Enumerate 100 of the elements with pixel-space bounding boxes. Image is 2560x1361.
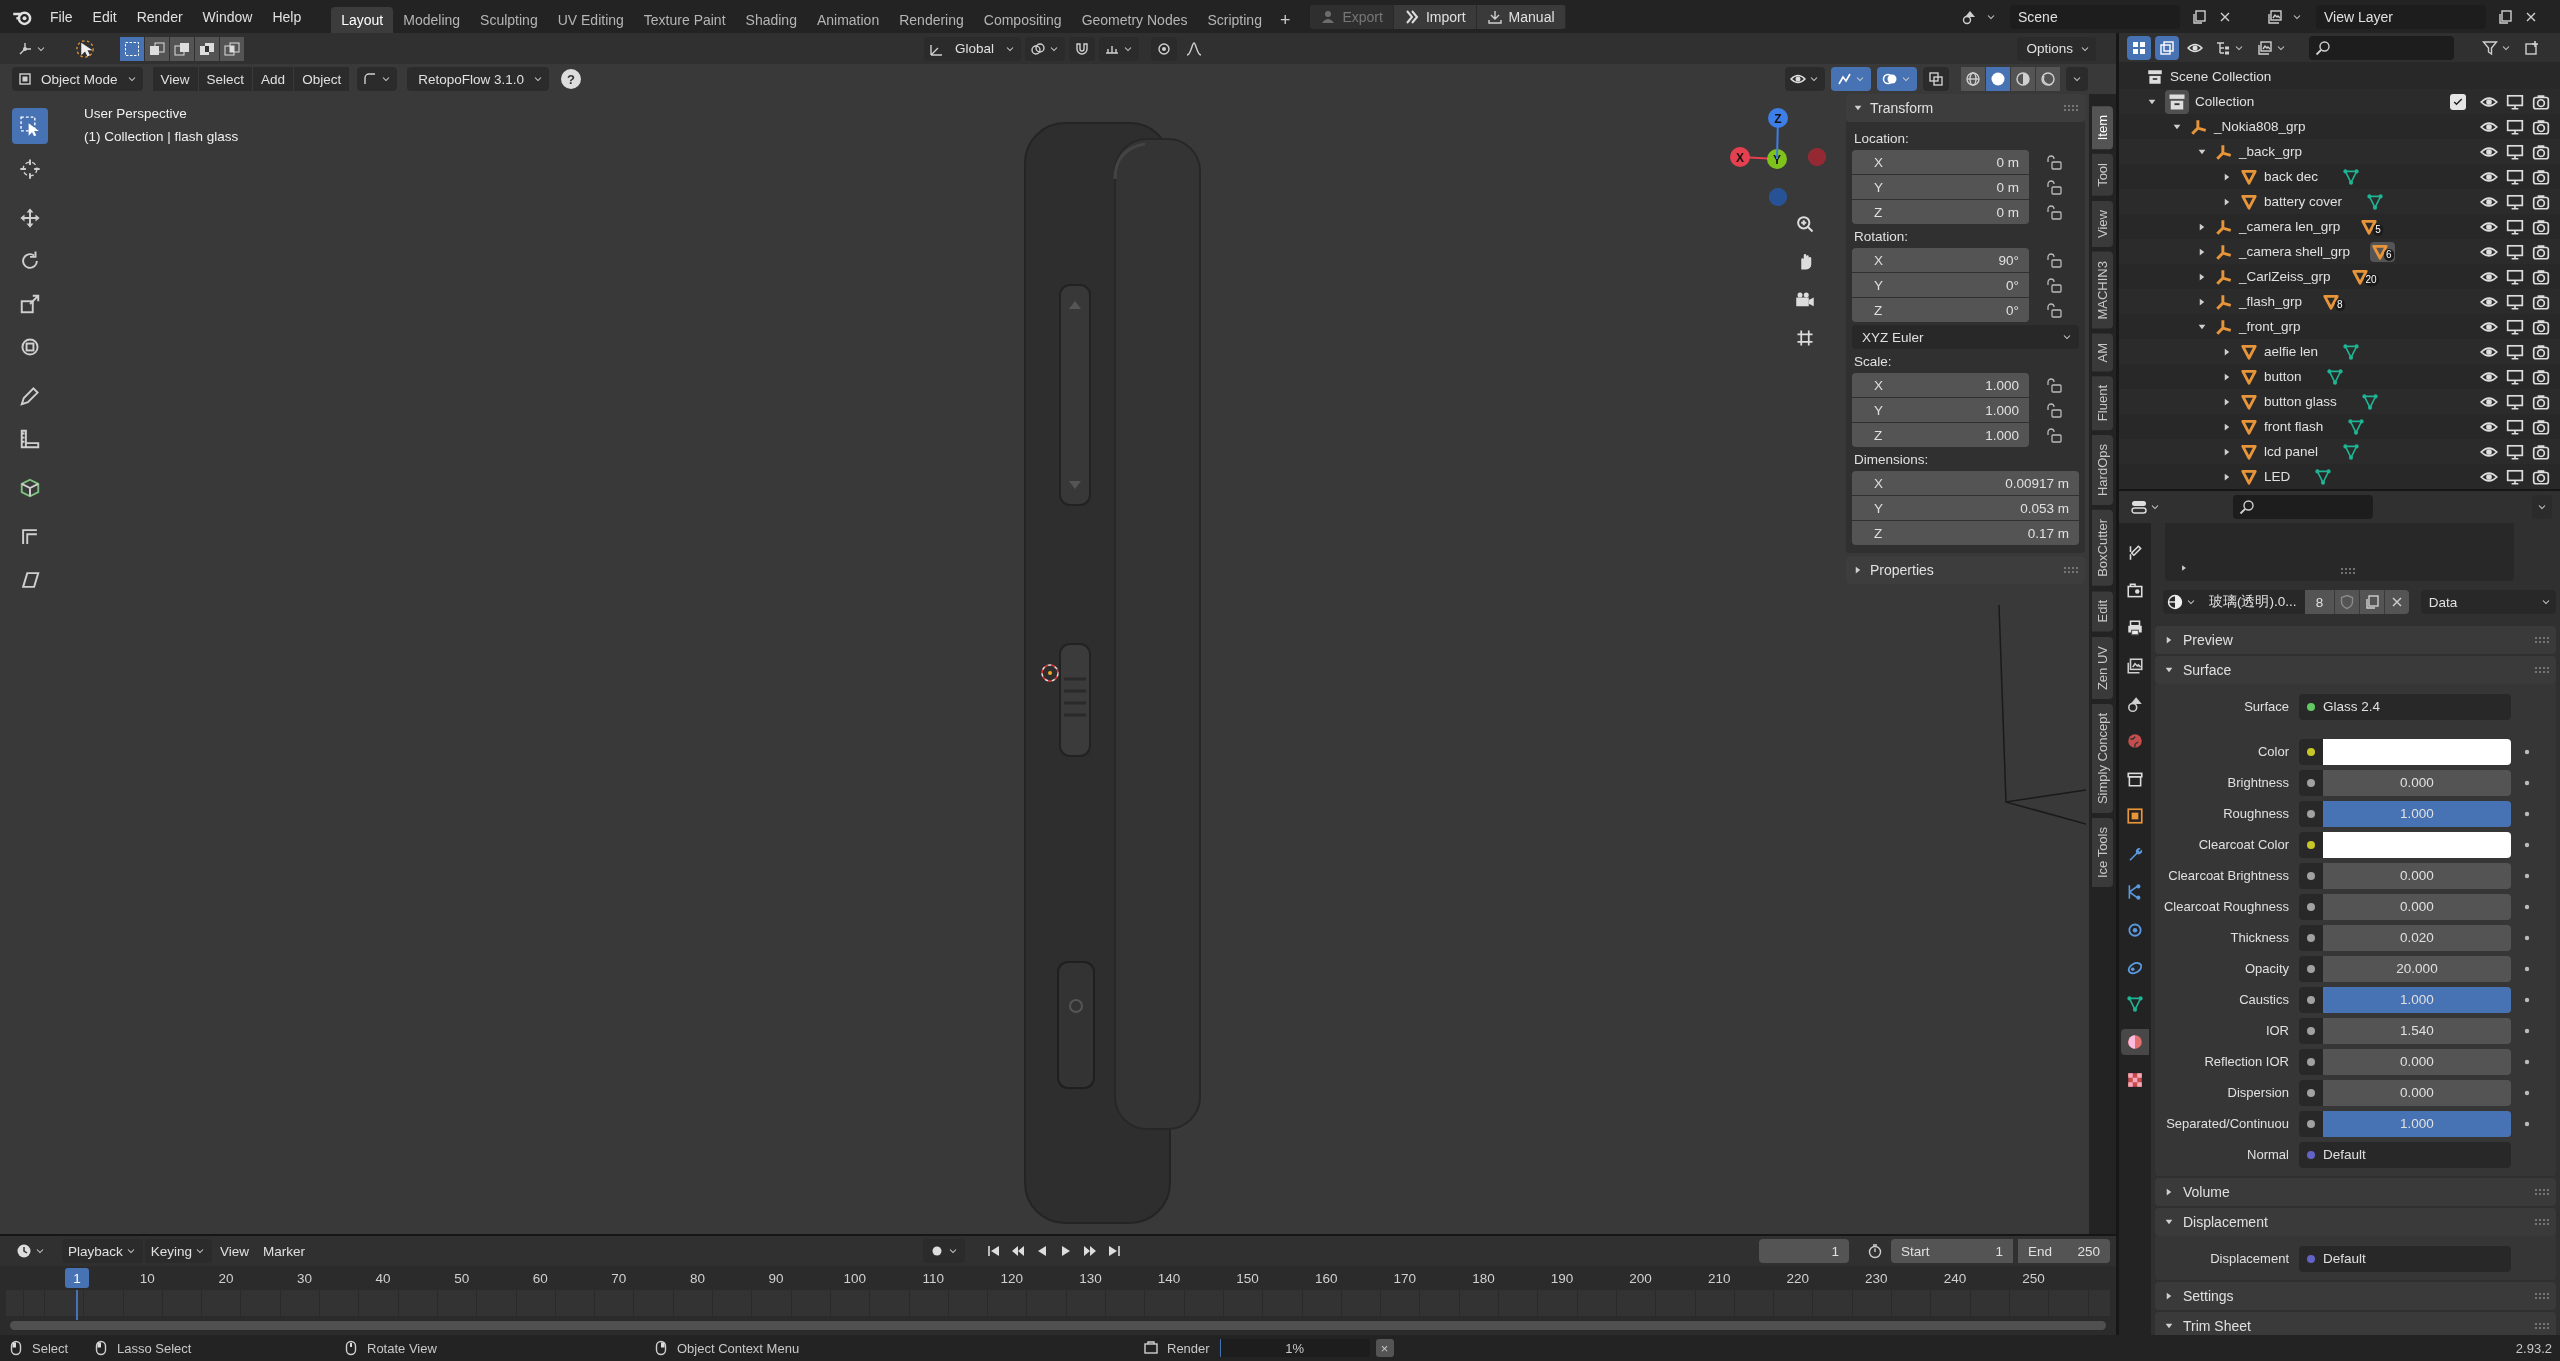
workspace-tab[interactable]: Layout	[331, 7, 394, 33]
start-frame-field[interactable]: Start 1	[1891, 1239, 2013, 1264]
toolbar-button[interactable]: Manual	[1476, 4, 1566, 29]
tree-item[interactable]: Collection	[2195, 94, 2255, 110]
workspace-tab[interactable]: Geometry Nodes	[1071, 7, 1198, 33]
workspace-tab[interactable]: Animation	[806, 7, 890, 33]
number-field[interactable]: Y 1.000	[1852, 398, 2029, 422]
number-field[interactable]: 1.540	[2323, 1017, 2511, 1044]
panel-header[interactable]: Transform	[1846, 94, 2085, 122]
number-field[interactable]: 0.000	[2323, 893, 2511, 920]
menu-dropdown[interactable]: Keying	[144, 1239, 213, 1264]
help-button[interactable]: ?	[561, 69, 581, 89]
link-dropdown[interactable]: Data	[2420, 590, 2556, 615]
sidebar-tab[interactable]: MACHIN3	[2092, 252, 2113, 329]
panel-header[interactable]: Volume	[2155, 1178, 2556, 1207]
tree-item[interactable]: LED	[2264, 469, 2291, 485]
rotation-mode-dropdown[interactable]: XYZ Euler	[1852, 325, 2079, 349]
workspace-tab[interactable]: Sculpting	[470, 7, 548, 33]
tree-item[interactable]: lcd panel	[2264, 444, 2319, 460]
number-field[interactable]: 0.000	[2323, 769, 2511, 796]
addon-dropdown[interactable]: RetopoFlow 3.1.0	[407, 67, 549, 91]
panel-header[interactable]: Surface	[2155, 656, 2556, 685]
number-field[interactable]: X 1.000	[1852, 373, 2029, 397]
sidebar-tab[interactable]: Tool	[2092, 154, 2113, 197]
panel-header[interactable]: Properties	[1846, 556, 2085, 584]
menu-item[interactable]: View	[214, 1239, 256, 1264]
tree-item[interactable]: _camera shell_grp	[2239, 244, 2351, 260]
number-field[interactable]: 20.000	[2323, 955, 2511, 982]
number-field[interactable]: 0.000	[2323, 1079, 2511, 1106]
tree-item[interactable]: Scene Collection	[2170, 69, 2272, 85]
menu-item[interactable]: Select	[198, 67, 253, 91]
number-field[interactable]: Z 1.000	[1852, 423, 2029, 447]
tree-item[interactable]: _Nokia808_grp	[2214, 119, 2306, 135]
workspace-tab[interactable]: Texture Paint	[633, 7, 736, 33]
number-field[interactable]: X 0.00917 m	[1852, 471, 2079, 495]
cancel-button[interactable]: ×	[1375, 1339, 1394, 1357]
sidebar-tab[interactable]: BoxCutter	[2092, 510, 2113, 587]
number-field[interactable]: X 0 m	[1852, 150, 2029, 174]
playhead[interactable]: 1	[65, 1268, 89, 1289]
tree-item[interactable]: _flash_grp	[2239, 294, 2303, 310]
view-layer-field[interactable]: View Layer	[2316, 4, 2486, 29]
tree-item[interactable]: front flash	[2264, 419, 2324, 435]
tree-item[interactable]: aelfie len	[2264, 344, 2319, 360]
workspace-tab[interactable]: Compositing	[973, 7, 1072, 33]
number-field[interactable]: Z 0.17 m	[1852, 521, 2079, 545]
value-slider[interactable]: 1.000	[2323, 1110, 2511, 1137]
workspace-tab[interactable]: Scripting	[1197, 7, 1272, 33]
menu-item[interactable]: Edit	[82, 3, 127, 30]
options-dropdown[interactable]: Options	[2017, 36, 2096, 61]
sidebar-tab[interactable]: Item	[2092, 106, 2113, 150]
number-field[interactable]: Z 0 m	[1852, 200, 2029, 224]
value-slider[interactable]: 1.000	[2323, 800, 2511, 827]
tree-item[interactable]: button glass	[2264, 394, 2337, 410]
tree-item[interactable]: _back_grp	[2239, 144, 2303, 160]
tree-item[interactable]: _CarlZeiss_grp	[2239, 269, 2331, 285]
user-count[interactable]: 8	[2304, 590, 2335, 615]
number-field[interactable]: 0.000	[2323, 1048, 2511, 1075]
menu-item[interactable]: Object	[294, 67, 350, 91]
tree-item[interactable]: button	[2264, 369, 2302, 385]
sidebar-tab[interactable]: AM	[2092, 333, 2113, 372]
value-slider[interactable]: 1.000	[2323, 986, 2511, 1013]
current-frame-field[interactable]: 1	[1759, 1239, 1849, 1264]
workspace-tab[interactable]: UV Editing	[547, 7, 634, 33]
sidebar-tab[interactable]: Simply Concept	[2092, 703, 2113, 813]
tree-item[interactable]: battery cover	[2264, 194, 2343, 210]
workspace-tab[interactable]: Rendering	[889, 7, 974, 33]
material-name-field[interactable]: 玻璃(透明).0...	[2201, 590, 2305, 615]
tree-item[interactable]: _front_grp	[2239, 319, 2301, 335]
menu-item[interactable]: Marker	[257, 1239, 312, 1264]
sidebar-tab[interactable]: Fluent	[2092, 376, 2113, 431]
add-workspace-button[interactable]: +	[1271, 7, 1299, 33]
number-field[interactable]: X 90°	[1852, 248, 2029, 272]
number-field[interactable]: Y 0.053 m	[1852, 496, 2079, 520]
sidebar-tab[interactable]: Zen UV	[2092, 636, 2113, 699]
workspace-tab[interactable]: Shading	[735, 7, 807, 33]
menu-dropdown[interactable]: Playback	[62, 1239, 143, 1264]
end-frame-field[interactable]: End 250	[2018, 1239, 2110, 1264]
sidebar-tab[interactable]: View	[2092, 201, 2113, 248]
link-field[interactable]: Glass 2.4	[2299, 693, 2511, 720]
orientation-dropdown[interactable]: Global	[924, 36, 1022, 61]
number-field[interactable]: Z 0°	[1852, 298, 2029, 322]
menu-item[interactable]: Render	[126, 3, 193, 30]
sidebar-tab[interactable]: HardOps	[2092, 435, 2113, 506]
menu-item[interactable]: View	[152, 67, 198, 91]
sidebar-tab[interactable]: Ice Tools	[2092, 817, 2113, 887]
sidebar-tab[interactable]: Edit	[2092, 591, 2113, 632]
menu-item[interactable]: Add	[253, 67, 294, 91]
child-count-badge[interactable]: 6	[2370, 241, 2395, 262]
menu-item[interactable]: Help	[262, 3, 312, 30]
menu-item[interactable]: File	[40, 3, 83, 30]
scene-field[interactable]: Scene	[2010, 4, 2180, 29]
panel-header[interactable]: Displacement	[2155, 1208, 2556, 1237]
menu-item[interactable]: Window	[192, 3, 263, 30]
workspace-tab[interactable]: Modeling	[393, 7, 471, 33]
mode-dropdown[interactable]: Object Mode	[12, 67, 143, 91]
panel-header[interactable]: Settings	[2155, 1282, 2556, 1311]
number-field[interactable]: Y 0 m	[1852, 175, 2029, 199]
tree-item[interactable]: _camera len_grp	[2239, 219, 2341, 235]
number-field[interactable]: 0.000	[2323, 862, 2511, 889]
number-field[interactable]: 0.020	[2323, 924, 2511, 951]
